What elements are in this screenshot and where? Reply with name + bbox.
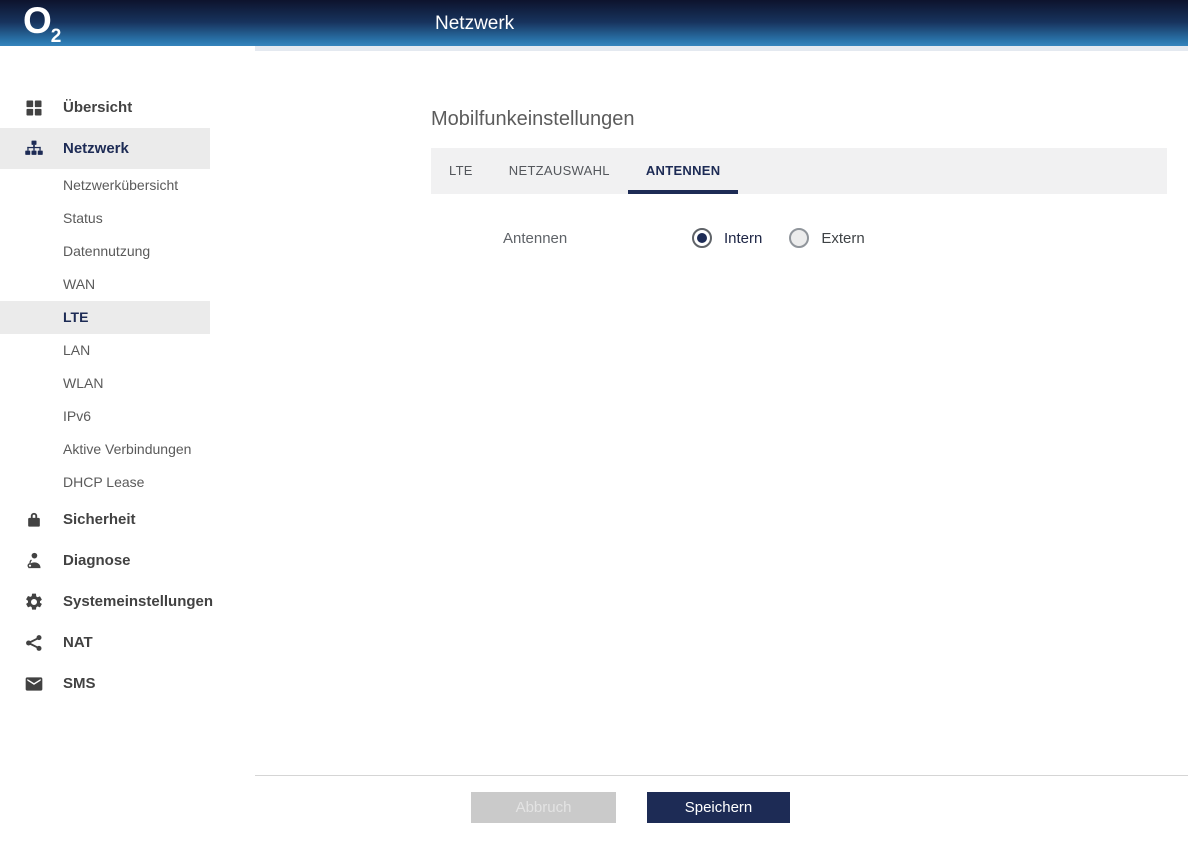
sidebar-subitem-aktive-verbindungen[interactable]: Aktive Verbindungen <box>0 433 210 466</box>
sidebar-item-label: Übersicht <box>63 99 132 116</box>
sidebar-item-label: SMS <box>63 675 96 692</box>
sidebar-subitem-ipv6[interactable]: IPv6 <box>0 400 210 433</box>
sidebar-subitem-lte[interactable]: LTE <box>0 301 210 334</box>
sidebar-subitem-wan[interactable]: WAN <box>0 268 210 301</box>
gear-icon <box>24 592 44 612</box>
sidebar-item-label: Sicherheit <box>63 511 136 528</box>
sidebar-subitem-datennutzung[interactable]: Datennutzung <box>0 235 210 268</box>
dashboard-grid-icon <box>24 98 44 118</box>
sidebar-nav: Übersicht Netzwerk Netzwerkübersicht Sta… <box>0 87 210 704</box>
antennas-radio-group: Intern Extern <box>692 228 865 248</box>
envelope-icon <box>24 674 44 694</box>
radio-selected-icon <box>692 228 712 248</box>
tab-netzauswahl[interactable]: NETZAUSWAHL <box>491 148 628 194</box>
antennas-field-label: Antennen <box>503 230 567 247</box>
sidebar-item-label: Netzwerk <box>63 140 129 157</box>
page-header-title: Netzwerk <box>435 0 514 46</box>
radio-option-extern[interactable]: Extern <box>789 228 864 248</box>
share-icon <box>24 633 44 653</box>
sidebar-subitem-dhcp-lease[interactable]: DHCP Lease <box>0 466 210 499</box>
sidebar-subitem-lan[interactable]: LAN <box>0 334 210 367</box>
sidebar-item-diagnose[interactable]: Diagnose <box>0 540 210 581</box>
o2-logo-o: O <box>23 0 51 41</box>
tab-antennen[interactable]: ANTENNEN <box>628 148 739 194</box>
sidebar-item-systemeinstellungen[interactable]: Systemeinstellungen <box>0 581 210 622</box>
sidebar-subitem-status[interactable]: Status <box>0 202 210 235</box>
lock-icon <box>24 510 44 530</box>
sidebar-item-label: Systemeinstellungen <box>63 593 213 610</box>
header-bar: O2 Netzwerk <box>0 0 1188 46</box>
o2-logo: O2 <box>23 0 61 60</box>
sidebar-subitem-wlan[interactable]: WLAN <box>0 367 210 400</box>
cancel-button[interactable]: Abbruch <box>471 792 616 823</box>
doctor-icon <box>24 551 44 571</box>
footer-divider <box>255 775 1188 776</box>
save-button[interactable]: Speichern <box>647 792 790 823</box>
sidebar-item-label: Diagnose <box>63 552 131 569</box>
o2-logo-sub: 2 <box>51 26 62 47</box>
sidebar-item-label: NAT <box>63 634 93 651</box>
tab-bar: LTE NETZAUSWAHL ANTENNEN <box>431 148 1167 194</box>
radio-option-intern[interactable]: Intern <box>692 228 762 248</box>
sidebar-item-nat[interactable]: NAT <box>0 622 210 663</box>
sidebar-subitem-netzwerkuebersicht[interactable]: Netzwerkübersicht <box>0 169 210 202</box>
radio-option-label: Intern <box>724 230 762 247</box>
content-top-shadow <box>255 46 1188 51</box>
tab-lte[interactable]: LTE <box>431 148 491 194</box>
radio-option-label: Extern <box>821 230 864 247</box>
content-pane: Mobilfunkeinstellungen LTE NETZAUSWAHL A… <box>255 46 1188 845</box>
page-title: Mobilfunkeinstellungen <box>431 108 634 131</box>
radio-unselected-icon <box>789 228 809 248</box>
sidebar-item-sicherheit[interactable]: Sicherheit <box>0 499 210 540</box>
network-hierarchy-icon <box>24 139 44 159</box>
sidebar-item-netzwerk[interactable]: Netzwerk <box>0 128 210 169</box>
sidebar-item-sms[interactable]: SMS <box>0 663 210 704</box>
sidebar-item-uebersicht[interactable]: Übersicht <box>0 87 210 128</box>
